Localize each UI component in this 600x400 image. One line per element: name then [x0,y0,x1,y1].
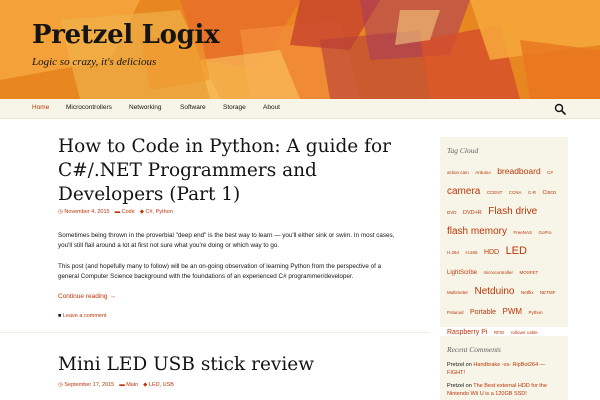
tag-link[interactable]: breadboard [497,166,540,176]
continue-reading-link[interactable]: Continue reading → [58,293,116,300]
tag-link[interactable]: LightScribe [447,270,477,276]
tag-link[interactable]: PWM [503,307,523,316]
folder-icon: ▬ [119,382,125,388]
post-category[interactable]: Code [122,209,135,215]
post-tags[interactable]: LED, USB [149,382,174,388]
tag-link[interactable]: DVD [447,210,457,215]
recent-comments-widget: Recent Comments Pretzel on Handbrake -vs… [440,336,568,400]
tag-link[interactable]: NETMF [540,290,556,295]
tag-link[interactable]: CCNA [509,190,522,195]
tag-link[interactable]: Python [529,310,543,315]
tag-link[interactable]: Flash drive [488,206,537,217]
tag-link[interactable]: MOSFET [519,270,538,275]
comment-author: Pretzel [447,362,465,368]
widget-title: Recent Comments [447,345,501,354]
comment-author: Pretzel [447,383,465,389]
tag-link[interactable]: C# [547,170,553,175]
tag-link[interactable]: Portable [470,309,496,316]
tag-link[interactable]: Netflix [521,290,534,295]
post-category[interactable]: Main [126,382,138,388]
tag-icon: ◆ [143,382,148,388]
post-tags[interactable]: C#, Python [146,209,173,215]
tag-cloud-widget: Tag Cloud action cam Arduino breadboard … [440,137,568,397]
nav-item-software[interactable]: Software [180,104,206,111]
tag-link[interactable]: FreeNAS [513,230,532,235]
nav-item-storage[interactable]: Storage [223,104,246,111]
nav-item-about[interactable]: About [263,104,280,111]
site-description: Logic so crazy, it's delicious [32,56,157,68]
post-meta: ◷ November 4, 2015 ▬ Code ◆ C#, Python [58,209,173,215]
tag-link[interactable]: flash memory [447,226,507,237]
tag-link[interactable]: Polaroid [447,310,464,315]
tag-link[interactable]: Arduino [475,170,491,175]
nav-item-networking[interactable]: Networking [129,104,162,111]
tag-link[interactable]: Netduino [474,286,514,297]
post-date[interactable]: November 4, 2015 [64,209,109,215]
clock-icon: ◷ [58,382,63,388]
comment-on: on [465,383,472,389]
leave-comment-link[interactable]: Leave a comment [63,313,107,319]
tag-link[interactable]: HDD [484,249,499,256]
tag-link[interactable]: action cam [447,170,469,175]
tag-link[interactable]: C-R [528,190,536,195]
tag-link[interactable]: camera [447,186,480,197]
post-meta: ◷ September 17, 2015 ▬ Main ◆ LED, USB [58,382,174,388]
leave-comment: ■ Leave a comment [58,313,107,319]
tag-link[interactable]: CCENT [487,190,503,195]
tag-link[interactable]: H.264 [447,250,459,255]
widget-title: Tag Cloud [447,146,479,155]
post-date[interactable]: September 17, 2015 [64,382,114,388]
tag-link[interactable]: Multimeter [447,290,468,295]
post-title[interactable]: Mini LED USB stick review [58,354,314,376]
main-navigation: Home Microcontrollers Networking Softwar… [0,99,600,119]
tag-link[interactable]: Raspberry Pi [447,329,487,336]
post-divider [0,332,430,346]
post-title[interactable]: How to Code in Python: A guide for C#/.N… [58,135,418,207]
tag-link[interactable]: microcontroller [483,270,513,275]
tag-link[interactable]: H.265 [465,250,477,255]
nav-item-microcontrollers[interactable]: Microcontrollers [66,104,112,111]
tag-link[interactable]: DVD+R [463,210,482,216]
post-paragraph: Sometimes being thrown in the proverbial… [58,232,395,249]
tag-link[interactable]: rollover cable [511,330,538,335]
recent-comment: Pretzel on The Best external HDD for the… [447,382,563,398]
folder-icon: ▬ [114,209,121,215]
tag-link[interactable]: LED [506,245,527,257]
site-title[interactable]: Pretzel Logix [32,20,220,50]
post-paragraph: This post (and hopefully many to follow)… [58,263,382,280]
tag-link[interactable]: Cisco [542,190,556,196]
search-icon[interactable] [554,103,566,115]
site-header: Pretzel Logix Logic so crazy, it's delic… [0,0,600,99]
nav-item-home[interactable]: Home [32,104,49,111]
tag-link[interactable]: GoPro [538,230,551,235]
clock-icon: ◷ [58,209,63,215]
tag-icon: ◆ [139,209,145,215]
tag-link[interactable]: RFID [494,330,505,335]
comment-on: on [465,362,472,368]
recent-comment: Pretzel on Handbrake -vs- RipBot264 — FI… [447,361,563,377]
comment-icon: ■ [58,313,62,319]
